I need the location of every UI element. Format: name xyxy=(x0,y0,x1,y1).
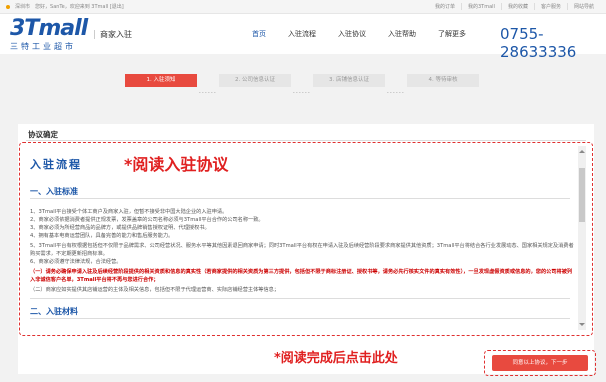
scrollbar-thumb[interactable] xyxy=(579,168,585,222)
step-connector xyxy=(387,79,405,93)
annotation-read-agreement: *阅读入驻协议 xyxy=(124,155,229,174)
section-divider xyxy=(30,318,570,319)
paragraph: 3、商家必须为所经营商品的品牌方，或提供品牌销售授权证明、代理授权书。 xyxy=(30,225,210,231)
section-divider xyxy=(30,298,570,299)
hotline-phone: 0755-28633336 xyxy=(500,25,577,61)
link-my-3tmall[interactable]: 我的3Tmall xyxy=(461,3,501,10)
panel-title: 协议确定 xyxy=(28,130,58,139)
link-my-orders[interactable]: 我的订单 xyxy=(429,3,461,10)
section-title-materials: 二、入驻材料 xyxy=(30,307,78,316)
section-title-standards: 一、入驻标准 xyxy=(30,187,78,196)
site-name: 商家入驻 xyxy=(94,30,132,39)
panel-divider xyxy=(26,140,586,141)
link-customer-service[interactable]: 客户服务 xyxy=(533,3,567,10)
nav-help[interactable]: 入驻帮助 xyxy=(388,29,416,39)
section-divider xyxy=(30,198,570,199)
step-1: 1. 入驻须知 xyxy=(125,74,197,87)
topbar-links: 我的订单 我的3Tmall 我的收藏 客户服务 网站导航 xyxy=(429,3,600,10)
link-my-favorites[interactable]: 我的收藏 xyxy=(500,3,534,10)
paragraph: 1、3Tmall平台接受个体工商户及商家入驻，但暂不接受非中国大陆企业的入驻申请… xyxy=(30,209,228,215)
agreement-scroll-area[interactable]: 入驻流程 *阅读入驻协议 一、入驻标准 1、3Tmall平台接受个体工商户及商家… xyxy=(22,146,578,330)
paragraph: （二）商家应如实提供其店铺运营的主体及相关信息，包括但不限于代理运营商、实际店铺… xyxy=(30,287,280,293)
step-3: 3. 店铺信息认证 xyxy=(313,74,385,87)
step-connector xyxy=(293,79,311,93)
location-pin-icon xyxy=(6,4,10,9)
nav-more[interactable]: 了解更多 xyxy=(438,29,466,39)
agree-next-button[interactable]: 同意以上协议，下一步 xyxy=(492,355,588,371)
paragraph-important: （一）请务必确保申请入驻及后续经营阶段提供的相关资质和信息的真实性（若商家提供的… xyxy=(30,269,573,283)
main-nav: 首页 入驻流程 入驻协议 入驻帮助 了解更多 xyxy=(252,29,488,39)
location-group: 深圳市 您好，SanTe，欢迎来到 3Tmall [退出] xyxy=(6,3,124,10)
logo-mark: 3Tmall xyxy=(10,16,88,41)
paragraph: 4、拥有基本电商运营团队，具备完善的能力和售后服务能力。 xyxy=(30,233,174,239)
progress-steps: 1. 入驻须知 2. 公司信息认证 3. 店铺信息认证 4. 等待审核 xyxy=(125,74,485,93)
greeting-text: 您好，SanTe，欢迎来到 3Tmall [退出] xyxy=(35,4,124,10)
top-utility-bar: 深圳市 您好，SanTe，欢迎来到 3Tmall [退出] 我的订单 我的3Tm… xyxy=(0,0,606,14)
agreement-heading: 入驻流程 xyxy=(30,158,82,171)
logo[interactable]: 3Tmall 三特工业超市 xyxy=(10,16,88,52)
nav-agreement[interactable]: 入驻协议 xyxy=(338,29,366,39)
paragraph: 5、3Tmall平台有权根据包括但不仅限于品牌需求、公司经营状况、服务水平等其他… xyxy=(30,243,574,257)
vertical-scrollbar[interactable] xyxy=(578,146,586,330)
logo-subtitle: 三特工业超市 xyxy=(10,42,76,51)
annotation-click-here: *阅读完成后点击此处 xyxy=(274,351,398,366)
paragraph: 6、商家必须遵守法律法规，合法经营。 xyxy=(30,259,122,265)
scroll-down-icon[interactable] xyxy=(579,323,585,326)
location-text[interactable]: 深圳市 xyxy=(15,3,30,10)
step-connector xyxy=(199,79,217,93)
step-2: 2. 公司信息认证 xyxy=(219,74,291,87)
nav-home[interactable]: 首页 xyxy=(252,29,266,39)
nav-process[interactable]: 入驻流程 xyxy=(288,29,316,39)
scroll-up-icon[interactable] xyxy=(579,150,585,153)
header: 3Tmall 三特工业超市 商家入驻 首页 入驻流程 入驻协议 入驻帮助 了解更… xyxy=(0,14,606,61)
step-4: 4. 等待审核 xyxy=(407,74,479,87)
link-site-nav[interactable]: 网站导航 xyxy=(566,3,600,10)
paragraph: 2、商家必须依据消费者提供正规发票，发票盖章的公司名称必须与3Tmall平台合作… xyxy=(30,217,264,223)
